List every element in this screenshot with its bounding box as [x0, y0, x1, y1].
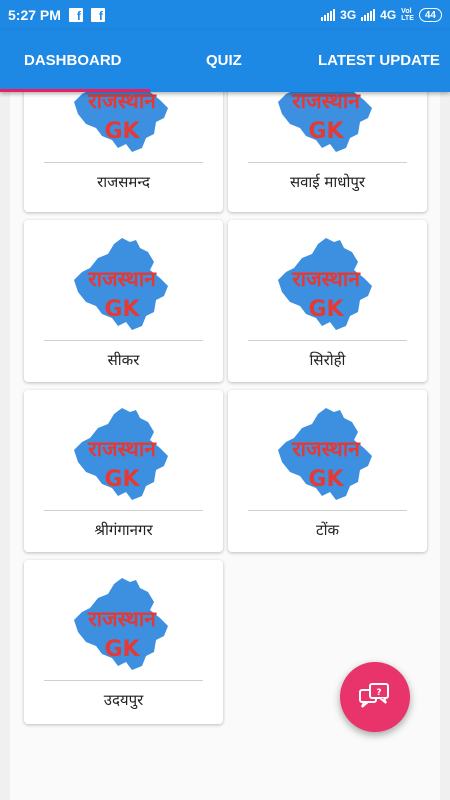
district-card[interactable]: राजस्थान GK सीकर [24, 220, 223, 382]
svg-text:GK: GK [308, 467, 344, 492]
rajasthan-gk-logo: राजस्थान GK [274, 234, 379, 334]
svg-text:GK: GK [308, 297, 344, 322]
district-name: उदयपुर [103, 691, 144, 709]
rajasthan-gk-logo: राजस्थान GK [70, 574, 175, 674]
signal-icon-2 [361, 9, 376, 21]
tab-quiz[interactable]: QUIZ [206, 52, 242, 69]
svg-text:GK: GK [104, 119, 140, 144]
tab-latest-update[interactable]: LATEST UPDATE [318, 52, 440, 69]
district-card[interactable]: राजस्थान GK सवाई माधोपुर [228, 92, 427, 212]
facebook-notification-icon: f [68, 8, 83, 22]
status-bar: 5:27 PM f f 3G 4G Vol LTE 44 [0, 0, 450, 30]
district-card[interactable]: राजस्थान GK राजसमन्द [24, 92, 223, 212]
card-divider [44, 340, 203, 341]
district-card[interactable]: राजस्थान GK सिरोही [228, 220, 427, 382]
card-divider [44, 680, 203, 681]
facebook-notification-icon-2: f [90, 8, 105, 22]
card-divider [44, 162, 203, 163]
tab-selected-indicator [0, 89, 150, 92]
network-4g-label: 4G [380, 8, 397, 22]
district-card[interactable]: राजस्थान GK टोंक [228, 390, 427, 552]
district-name: टोंक [316, 521, 339, 539]
tab-dashboard[interactable]: DASHBOARD [24, 52, 122, 69]
card-divider [248, 340, 407, 341]
network-3g-label: 3G [340, 8, 357, 22]
district-name: सवाई माधोपुर [289, 173, 366, 191]
svg-text:?: ? [376, 688, 381, 698]
rajasthan-gk-logo: राजस्थान GK [70, 404, 175, 504]
svg-text:GK: GK [104, 297, 140, 322]
card-divider [248, 162, 407, 163]
battery-icon: 44 [418, 8, 442, 22]
district-name: श्रीगंगानगर [94, 521, 153, 539]
svg-text:राजस्थान: राजस्थान [291, 267, 361, 291]
svg-text:राजस्थान: राजस्थान [291, 92, 361, 113]
ask-question-fab[interactable]: ? [340, 662, 410, 732]
district-card[interactable]: राजस्थान GK उदयपुर [24, 560, 223, 724]
district-card[interactable]: राजस्थान GK श्रीगंगानगर [24, 390, 223, 552]
svg-text:राजस्थान: राजस्थान [87, 267, 157, 291]
district-name: सिरोही [309, 351, 346, 369]
svg-text:GK: GK [104, 637, 140, 662]
rajasthan-gk-logo: राजस्थान GK [274, 92, 379, 156]
rajasthan-gk-logo: राजस्थान GK [70, 234, 175, 334]
card-divider [44, 510, 203, 511]
svg-text:राजस्थान: राजस्थान [291, 437, 361, 461]
tab-bar: DASHBOARD QUIZ LATEST UPDATE [0, 30, 450, 92]
question-chat-icon: ? [359, 683, 389, 708]
svg-text:राजस्थान: राजस्थान [87, 607, 157, 631]
rajasthan-gk-logo: राजस्थान GK [274, 404, 379, 504]
volte-icon: Vol LTE [401, 8, 414, 22]
rajasthan-gk-logo: राजस्थान GK [70, 92, 175, 156]
status-time: 5:27 PM [8, 7, 61, 23]
svg-text:राजस्थान: राजस्थान [87, 92, 157, 113]
card-divider [248, 510, 407, 511]
svg-text:राजस्थान: राजस्थान [87, 437, 157, 461]
district-name: सीकर [107, 351, 140, 369]
district-name: राजसमन्द [97, 173, 150, 191]
signal-icon [321, 9, 336, 21]
svg-text:GK: GK [308, 119, 344, 144]
svg-text:GK: GK [104, 467, 140, 492]
